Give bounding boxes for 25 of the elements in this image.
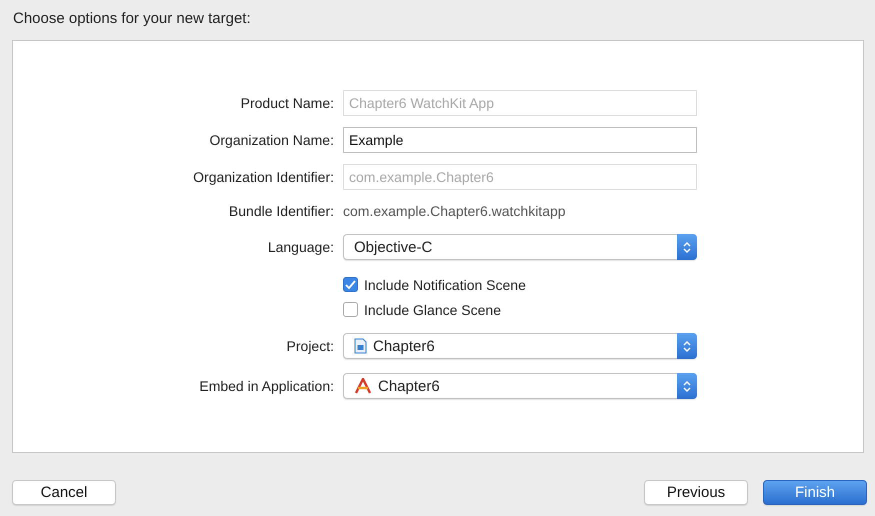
field-label: Bundle Identifier: — [228, 202, 334, 218]
dialog-button[interactable]: Cancel — [12, 480, 116, 505]
stepper-arrows-icon — [677, 234, 697, 260]
checkbox[interactable] — [343, 277, 358, 292]
pencil-ruler-icon — [354, 378, 372, 394]
default-button[interactable]: Finish — [763, 480, 867, 505]
checkbox-option[interactable]: Include Notification Scene — [343, 276, 697, 292]
field-label: Organization Name: — [209, 132, 334, 148]
checkbox[interactable] — [343, 302, 358, 317]
dialog-button[interactable]: Previous — [644, 480, 748, 505]
field-label: Product Name: — [240, 94, 334, 110]
field-label: Embed in Application: — [199, 378, 334, 394]
field-label: Project: — [286, 338, 334, 354]
popup-button[interactable]: Chapter6 — [343, 373, 697, 399]
document-icon — [354, 338, 367, 354]
stepper-arrows-icon — [677, 373, 697, 399]
field-label: Language: — [268, 239, 334, 255]
stepper-arrows-icon — [677, 333, 697, 359]
popup-button[interactable]: Objective-C — [343, 234, 697, 260]
field-label: Organization Identifier: — [193, 168, 334, 184]
popup-button[interactable]: Chapter6 — [343, 333, 697, 359]
text-field[interactable]: Example — [343, 126, 697, 152]
dialog-title: Choose options for your new target: — [12, 9, 252, 29]
checkbox-option[interactable]: Include Glance Scene — [343, 302, 697, 318]
bundle-identifier-value: com.example.Chapter6.watchkitapp — [343, 202, 567, 218]
